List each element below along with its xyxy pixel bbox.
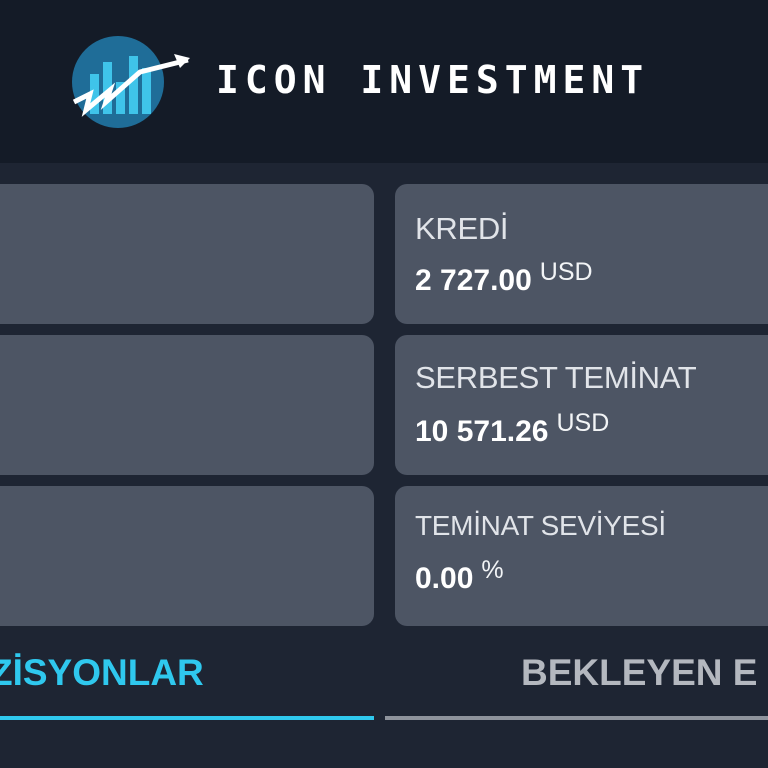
serbest-teminat-label: SERBEST TEMİNAT xyxy=(415,360,697,395)
teminat-seviyesi-label: TEMİNAT SEVİYESİ xyxy=(415,510,666,541)
kredi-card: KREDİ 2 727.00 USD xyxy=(395,184,768,324)
app-header: ICON INVESTMENT xyxy=(0,0,768,163)
teminat-seviyesi-value: 0.00% xyxy=(415,556,504,596)
kredi-label: KREDİ xyxy=(415,211,509,246)
serbest-teminat-unit: USD xyxy=(556,409,610,437)
tab-pozisyonlar[interactable]: ZİSYONLAR xyxy=(0,652,204,694)
teminat-seviyesi-card: TEMİNAT SEVİYESİ 0.00% xyxy=(395,486,768,626)
teminat-seviyesi-amount: 0.00 xyxy=(415,562,474,595)
kredi-unit: USD xyxy=(539,258,593,286)
left-card-3 xyxy=(0,486,374,626)
left-card-2 xyxy=(0,335,374,475)
tab-bekleyen-emirler-indicator xyxy=(385,716,768,720)
tab-pozisyonlar-indicator xyxy=(0,716,374,720)
kredi-value: 2 727.00 USD xyxy=(415,258,593,298)
tab-bekleyen-emirler[interactable]: BEKLEYEN E xyxy=(521,652,757,694)
serbest-teminat-card: SERBEST TEMİNAT 10 571.26 USD xyxy=(395,335,768,475)
teminat-seviyesi-unit: % xyxy=(481,556,504,584)
rising-chart-logo-icon xyxy=(72,36,190,128)
serbest-teminat-amount: 10 571.26 xyxy=(415,415,549,448)
brand-name: ICON INVESTMENT xyxy=(216,58,650,102)
kredi-amount: 2 727.00 xyxy=(415,264,532,297)
left-card-1 xyxy=(0,184,374,324)
serbest-teminat-value: 10 571.26 USD xyxy=(415,409,609,449)
